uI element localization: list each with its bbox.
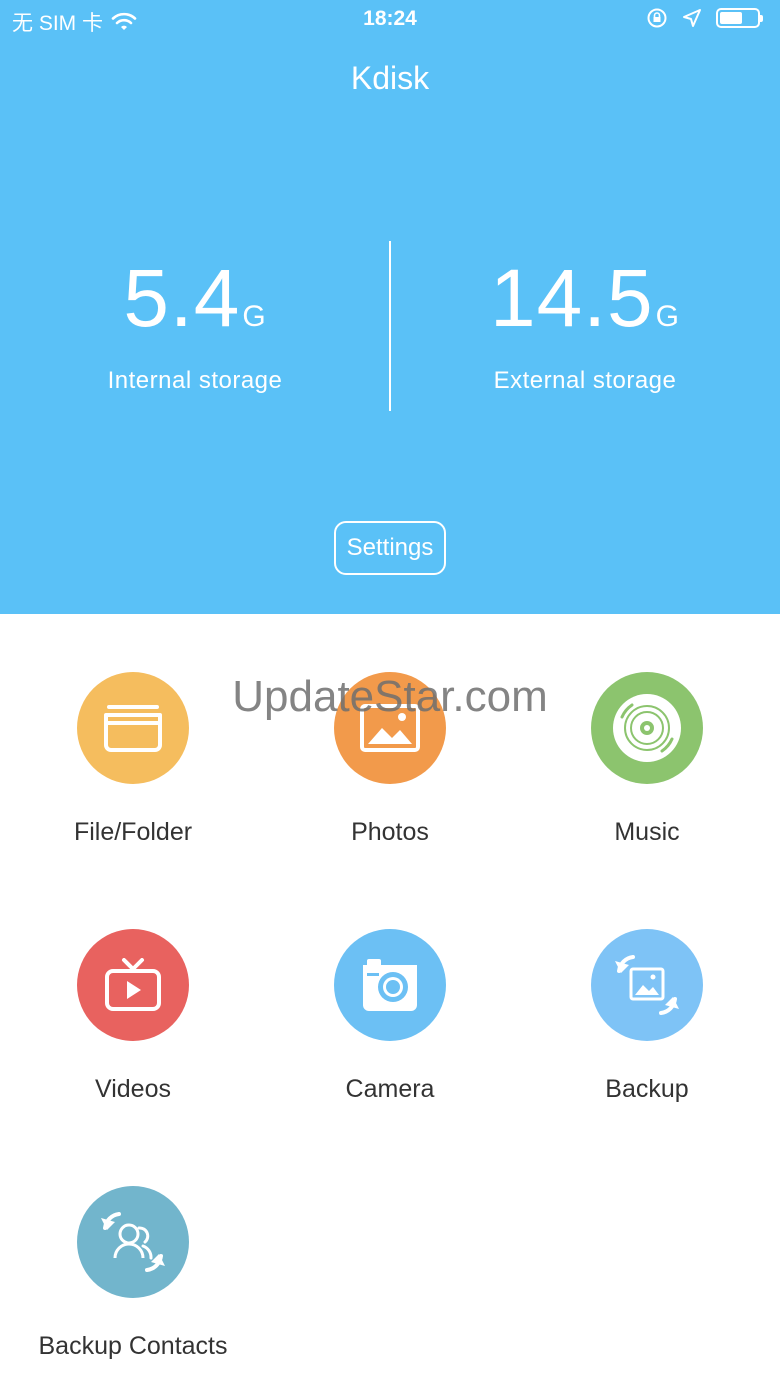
status-right bbox=[646, 7, 763, 29]
tile-backup-contacts[interactable]: Backup Contacts bbox=[3, 1186, 263, 1361]
feature-grid: File/Folder Photos Music Videos Camera B… bbox=[0, 614, 780, 1387]
external-storage: 14.5G External storage bbox=[390, 255, 780, 395]
camera-icon bbox=[363, 959, 417, 1011]
contacts-backup-icon bbox=[101, 1212, 165, 1272]
music-circle[interactable] bbox=[591, 672, 703, 784]
tile-file-folder[interactable]: File/Folder bbox=[3, 672, 263, 847]
tile-label-camera: Camera bbox=[345, 1075, 435, 1103]
tile-backup[interactable]: Backup bbox=[517, 929, 777, 1104]
tile-camera[interactable]: Camera bbox=[260, 929, 520, 1104]
file-folder-circle[interactable] bbox=[77, 672, 189, 784]
tile-label-file-folder: File/Folder bbox=[73, 818, 193, 846]
external-storage-number: 14.5 bbox=[490, 253, 654, 344]
photo-icon bbox=[360, 704, 420, 752]
internal-storage-value: 5.4G bbox=[0, 255, 390, 361]
external-storage-unit: G bbox=[655, 300, 680, 333]
location-icon bbox=[683, 9, 701, 27]
videos-circle[interactable] bbox=[77, 929, 189, 1041]
rotation-lock-icon bbox=[647, 8, 667, 28]
settings-button[interactable]: Settings bbox=[334, 521, 446, 575]
external-storage-label: External storage bbox=[493, 367, 677, 394]
app-title: Kdisk bbox=[350, 60, 430, 96]
internal-storage-label: Internal storage bbox=[107, 367, 283, 394]
photo-backup-icon bbox=[615, 955, 679, 1015]
internal-storage: 5.4G Internal storage bbox=[0, 255, 390, 395]
tile-label-music: Music bbox=[614, 818, 680, 846]
tile-music[interactable]: Music bbox=[517, 672, 777, 847]
status-bar: 无 SIM 卡 18:24 bbox=[0, 0, 780, 40]
tile-label-photos: Photos bbox=[351, 818, 429, 846]
internal-storage-number: 5.4 bbox=[123, 253, 241, 344]
tile-label-videos: Videos bbox=[95, 1075, 171, 1103]
backup-contacts-circle[interactable] bbox=[77, 1186, 189, 1298]
disc-icon bbox=[613, 694, 681, 762]
battery-icon bbox=[716, 8, 763, 28]
tv-play-icon bbox=[105, 958, 161, 1011]
tile-label-backup-contacts: Backup Contacts bbox=[38, 1332, 228, 1360]
storage-header: 无 SIM 卡 18:24 Kdisk 5.4G Internal storag… bbox=[0, 0, 780, 614]
internal-storage-unit: G bbox=[242, 300, 267, 333]
external-storage-value: 14.5G bbox=[390, 255, 780, 361]
tile-photos[interactable]: Photos bbox=[260, 672, 520, 847]
photos-circle[interactable] bbox=[334, 672, 446, 784]
tile-label-backup: Backup bbox=[605, 1075, 689, 1103]
camera-circle[interactable] bbox=[334, 929, 446, 1041]
backup-circle[interactable] bbox=[591, 929, 703, 1041]
tile-videos[interactable]: Videos bbox=[3, 929, 263, 1104]
folder-icon bbox=[104, 705, 162, 752]
